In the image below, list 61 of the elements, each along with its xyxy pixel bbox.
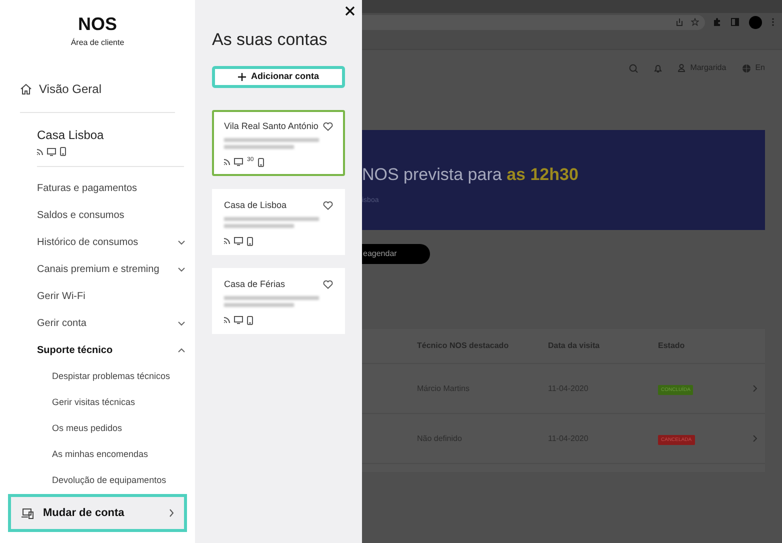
home-icon [20, 83, 32, 95]
heart-icon[interactable] [323, 122, 333, 131]
signal-icon [37, 148, 43, 154]
signal-icon [224, 238, 230, 244]
account-card-name: Casa de Férias [224, 278, 286, 290]
globe-icon [742, 64, 752, 72]
nav-subitem[interactable]: Despistar problemas técnicos [0, 364, 195, 390]
nav-subitem[interactable]: As minhas encomendas [0, 442, 195, 468]
tv-icon [234, 237, 243, 245]
signal-icon [224, 159, 230, 165]
logo-subtitle: Área de cliente [70, 37, 124, 49]
chevron-right-icon[interactable] [753, 435, 757, 442]
overview-link[interactable]: Visão Geral [20, 80, 195, 98]
blurred-text [224, 303, 294, 307]
account-card-name: Casa de Lisboa [224, 198, 287, 212]
nav-item[interactable]: Histórico de consumos [0, 229, 195, 256]
puzzle-icon[interactable] [713, 18, 721, 26]
star-icon[interactable] [691, 18, 699, 26]
phone-icon [60, 147, 66, 156]
heart-icon[interactable] [323, 200, 333, 210]
heart-icon[interactable] [323, 280, 333, 289]
account-card[interactable]: Casa de Férias [212, 268, 345, 334]
signal-icon [224, 317, 230, 323]
nav-item[interactable]: Faturas e pagamentos [0, 175, 195, 202]
close-icon[interactable] [345, 6, 355, 16]
tv-icon [234, 158, 243, 166]
blurred-text [224, 145, 294, 149]
user-icon [678, 64, 686, 72]
nav-subitem[interactable]: Os meus pedidos [0, 416, 195, 442]
phone-icon [247, 316, 253, 324]
nav-item[interactable]: Suporte técnico [0, 337, 195, 364]
profile-avatar[interactable] [749, 16, 762, 28]
blurred-text [224, 224, 294, 228]
nav-item[interactable]: Canais premium e streming [0, 256, 195, 283]
account-card-name: Vila Real Santo António [224, 120, 318, 132]
nav-subitem[interactable]: Devolução de equipamentos [0, 468, 195, 494]
nav-item[interactable]: Gerir conta [0, 310, 195, 337]
tv-icon [47, 148, 56, 156]
chevron-right-icon [169, 509, 174, 517]
reschedule-button[interactable]: eagendar [362, 244, 430, 264]
nav-item[interactable]: Gerir Wi-Fi [0, 283, 195, 310]
bell-icon[interactable] [654, 64, 662, 72]
address-bar[interactable] [362, 14, 705, 30]
nos-logo: NOS [78, 15, 117, 33]
share-icon[interactable] [676, 18, 683, 26]
search-icon[interactable] [629, 64, 638, 72]
devices-icon [21, 508, 34, 518]
nav-item[interactable]: Saldos e consumos [0, 202, 195, 229]
nav-subitem[interactable]: Gerir visitas técnicas [0, 390, 195, 416]
account-name: Casa Lisboa [37, 127, 105, 144]
phone-icon [258, 158, 264, 166]
panel-title: As suas contas [212, 29, 328, 51]
account-card[interactable]: Casa de Lisboa [212, 188, 345, 254]
banner-title: NOS prevista para as 12h30 [362, 164, 580, 186]
plus-icon [238, 72, 246, 80]
chevron-right-icon[interactable] [753, 385, 757, 392]
switch-account-button[interactable]: Mudar de conta [8, 494, 187, 532]
tv-icon [234, 316, 243, 324]
sidebar-icon[interactable] [731, 18, 739, 26]
phone-icon [247, 236, 253, 246]
add-account-button[interactable]: Adicionar conta [212, 66, 345, 88]
